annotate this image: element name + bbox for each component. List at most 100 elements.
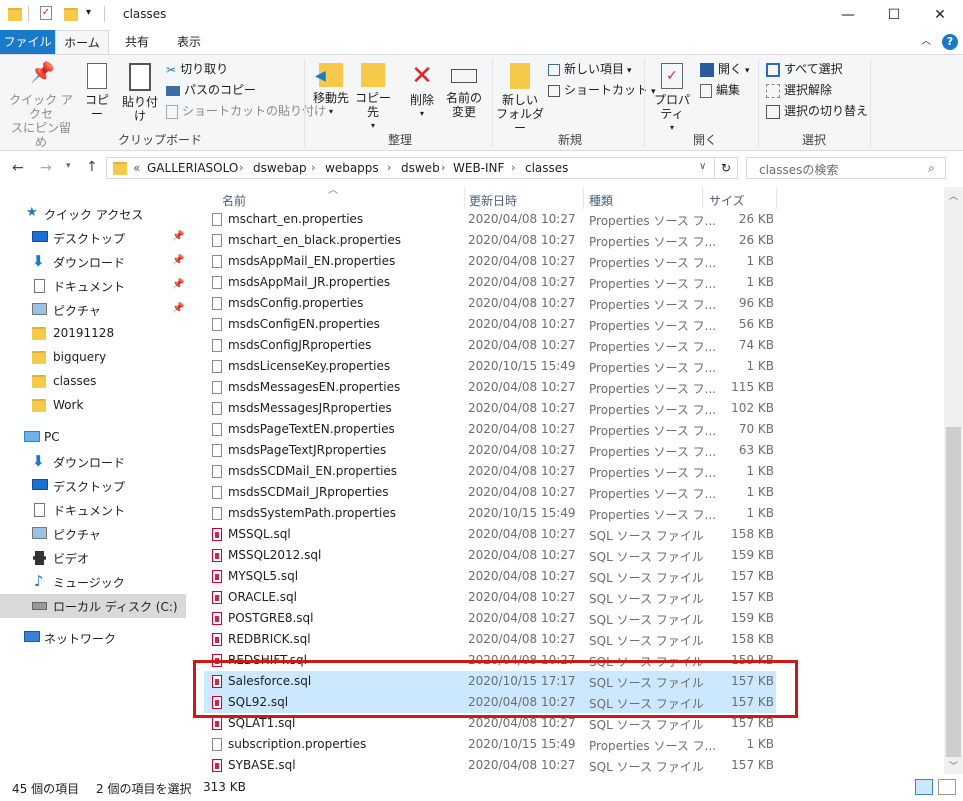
file-row[interactable]: mschart_en_black.properties 2020/04/08 10… — [204, 230, 776, 251]
close-button[interactable]: ✕ — [917, 0, 963, 30]
file-row[interactable]: msdsMessagesEN.properties 2020/04/08 10:2… — [204, 377, 776, 398]
column-header-name[interactable]: 名前 — [222, 192, 246, 209]
chevron-right-icon[interactable]: › — [239, 161, 243, 174]
nav-item-work[interactable]: Work — [0, 394, 186, 418]
chevron-right-icon[interactable]: › — [511, 161, 515, 174]
invert-selection-button[interactable]: 選択の切り替え — [766, 101, 868, 121]
file-row[interactable]: MYSQL5.sql 2020/04/08 10:27 SQL ソース ファイル 15… — [204, 566, 776, 587]
scrollbar-thumb[interactable] — [946, 427, 961, 757]
file-row[interactable]: msdsSCDMail_JRproperties 2020/04/08 10:27… — [204, 482, 776, 503]
maximize-button[interactable]: ☐ — [871, 0, 917, 30]
file-row[interactable]: MSSQL.sql 2020/04/08 10:27 SQL ソース ファイル 158… — [204, 524, 776, 545]
back-arrow-icon[interactable]: ← — [12, 160, 24, 176]
scroll-up-icon[interactable]: ︿ — [949, 189, 958, 202]
crumb-dswebap[interactable]: dswebap — [253, 161, 307, 175]
details-view-icon[interactable] — [915, 779, 933, 795]
file-row[interactable]: MSSQL2012.sql 2020/04/08 10:27 SQL ソース ファイ… — [204, 545, 776, 566]
file-row[interactable]: msdsMessagesJRproperties 2020/04/08 10:27… — [204, 398, 776, 419]
nav-item-documents[interactable]: ドキュメント 📌 — [0, 274, 186, 298]
chevron-right-icon[interactable]: › — [311, 161, 315, 174]
up-arrow-icon[interactable]: ↑ — [86, 159, 98, 175]
new-item-button[interactable]: 新しい項目 ▾ — [548, 59, 632, 79]
move-to-button[interactable]: ◀ 移動先 ▾ — [310, 63, 352, 119]
select-none-button[interactable]: 選択解除 — [766, 80, 832, 100]
help-icon[interactable]: ? — [942, 34, 958, 50]
collapse-ribbon-icon[interactable]: ︿ — [918, 30, 934, 54]
nav-item-desktop[interactable]: デスクトップ 📌 — [0, 226, 186, 250]
minimize-button[interactable]: — — [825, 0, 871, 30]
file-row[interactable]: mschart_en.properties 2020/04/08 10:27 Pro… — [204, 209, 776, 230]
file-row[interactable]: msdsAppMail_EN.properties 2020/04/08 10:2… — [204, 251, 776, 272]
delete-button[interactable]: ✕ 削除 ▾ — [402, 63, 442, 121]
tab-share[interactable]: 共有 — [113, 30, 161, 54]
crumb-web-inf[interactable]: WEB-INF — [453, 161, 504, 175]
nav-item-pictures[interactable]: ピクチャ 📌 — [0, 298, 186, 322]
recent-locations-icon[interactable]: ▾ — [66, 161, 71, 171]
column-header-type[interactable]: 種類 — [589, 192, 613, 209]
tab-home[interactable]: ホーム — [55, 30, 109, 54]
forward-arrow-icon[interactable]: → — [40, 160, 52, 176]
file-row[interactable]: REDBRICK.sql 2020/04/08 10:27 SQL ソース ファイル… — [204, 629, 776, 650]
vertical-scrollbar[interactable]: ︿ ﹀ — [944, 187, 963, 774]
column-divider[interactable] — [583, 187, 584, 209]
file-row[interactable]: SYBASE.sql 2020/04/08 10:27 SQL ソース ファイル 15… — [204, 755, 776, 776]
file-row[interactable]: msdsAppMail_JR.properties 2020/04/08 10:2… — [204, 272, 776, 293]
file-row[interactable]: subscription.properties 2020/10/15 15:49 P… — [204, 734, 776, 755]
customize-qat-icon[interactable]: ▾ — [86, 7, 91, 18]
file-row[interactable]: ORACLE.sql 2020/04/08 10:27 SQL ソース ファイル 15… — [204, 587, 776, 608]
search-input[interactable]: classesの検索 — [746, 157, 946, 179]
nav-pc-documents[interactable]: ドキュメント — [0, 498, 186, 522]
refresh-button[interactable]: ↻ — [714, 157, 738, 179]
large-icons-view-icon[interactable] — [938, 779, 956, 795]
tab-view[interactable]: 表示 — [165, 30, 213, 54]
crumb-webapps[interactable]: webapps — [325, 161, 379, 175]
column-header-date[interactable]: 更新日時 — [469, 192, 517, 209]
nav-item-classes[interactable]: classes — [0, 370, 186, 394]
column-divider[interactable] — [776, 187, 777, 209]
shortcut-button[interactable]: ショートカット ▾ — [548, 80, 656, 100]
column-divider[interactable] — [702, 187, 703, 209]
nav-pc-videos[interactable]: ビデオ — [0, 546, 186, 570]
column-divider[interactable] — [464, 187, 465, 209]
copy-path-button[interactable]: パスのコピー — [166, 80, 256, 100]
address-dropdown-icon[interactable]: ∨ — [699, 161, 706, 172]
nav-pc[interactable]: PC — [0, 426, 186, 450]
tab-file[interactable]: ファイル — [0, 30, 55, 54]
column-header-size[interactable]: サイズ — [709, 192, 745, 209]
nav-item-20191128[interactable]: 20191128 — [0, 322, 186, 346]
select-all-button[interactable]: すべて選択 — [766, 59, 843, 79]
file-row[interactable]: msdsSCDMail_EN.properties 2020/04/08 10:2… — [204, 461, 776, 482]
nav-pc-music[interactable]: ♪ ミュージック — [0, 570, 186, 594]
nav-pc-pictures[interactable]: ピクチャ — [0, 522, 186, 546]
file-row[interactable]: msdsConfig.properties 2020/04/08 10:27 Pro… — [204, 293, 776, 314]
file-row[interactable]: msdsPageTextEN.properties 2020/04/08 10:2… — [204, 419, 776, 440]
scroll-down-icon[interactable]: ﹀ — [949, 759, 958, 772]
address-bar[interactable]: « GALLERIASOLO › dswebap › webapps › dsw… — [106, 157, 738, 179]
file-row[interactable]: msdsSystemPath.properties 2020/10/15 15:4… — [204, 503, 776, 524]
overflow-crumb[interactable]: « — [133, 161, 140, 175]
crumb-classes[interactable]: classes — [525, 161, 568, 175]
nav-pc-downloads[interactable]: ⬇ ダウンロード — [0, 450, 186, 474]
file-row[interactable]: msdsConfigJRproperties 2020/04/08 10:27 Pr… — [204, 335, 776, 356]
file-row[interactable]: msdsPageTextJRproperties 2020/04/08 10:27… — [204, 440, 776, 461]
file-row[interactable]: POSTGRE8.sql 2020/04/08 10:27 SQL ソース ファイル… — [204, 608, 776, 629]
nav-network[interactable]: ネットワーク — [0, 626, 186, 650]
crumb-dsweb[interactable]: dsweb — [401, 161, 440, 175]
nav-pc-local-disk[interactable]: ローカル ディスク (C:) — [0, 594, 186, 618]
copy-button[interactable]: コピー — [80, 63, 114, 121]
pin-quick-access-button[interactable]: 📌 クイック アクセ スにピン留め — [6, 62, 76, 149]
new-folder-quick-icon[interactable] — [64, 8, 78, 21]
edit-button[interactable]: 編集 — [700, 80, 740, 100]
paste-shortcut-button[interactable]: ショートカットの貼り付け — [166, 101, 326, 121]
chevron-right-icon[interactable]: › — [441, 161, 445, 174]
nav-pc-desktop[interactable]: デスクトップ — [0, 474, 186, 498]
rename-button[interactable]: 名前の 変更 — [444, 63, 484, 119]
crumb-galleriasolo[interactable]: GALLERIASOLO — [147, 161, 238, 175]
cut-button[interactable]: ✂ 切り取り — [166, 59, 228, 79]
open-button[interactable]: 開く ▾ — [700, 59, 750, 79]
nav-item-downloads[interactable]: ⬇ ダウンロード 📌 — [0, 250, 186, 274]
file-row[interactable]: msdsLicenseKey.properties 2020/10/15 15:4… — [204, 356, 776, 377]
paste-button[interactable]: 貼り付け — [118, 63, 162, 123]
file-row[interactable]: msdsConfigEN.properties 2020/04/08 10:27 P… — [204, 314, 776, 335]
properties-button[interactable]: ✓ プロパティ ▾ — [648, 63, 696, 135]
